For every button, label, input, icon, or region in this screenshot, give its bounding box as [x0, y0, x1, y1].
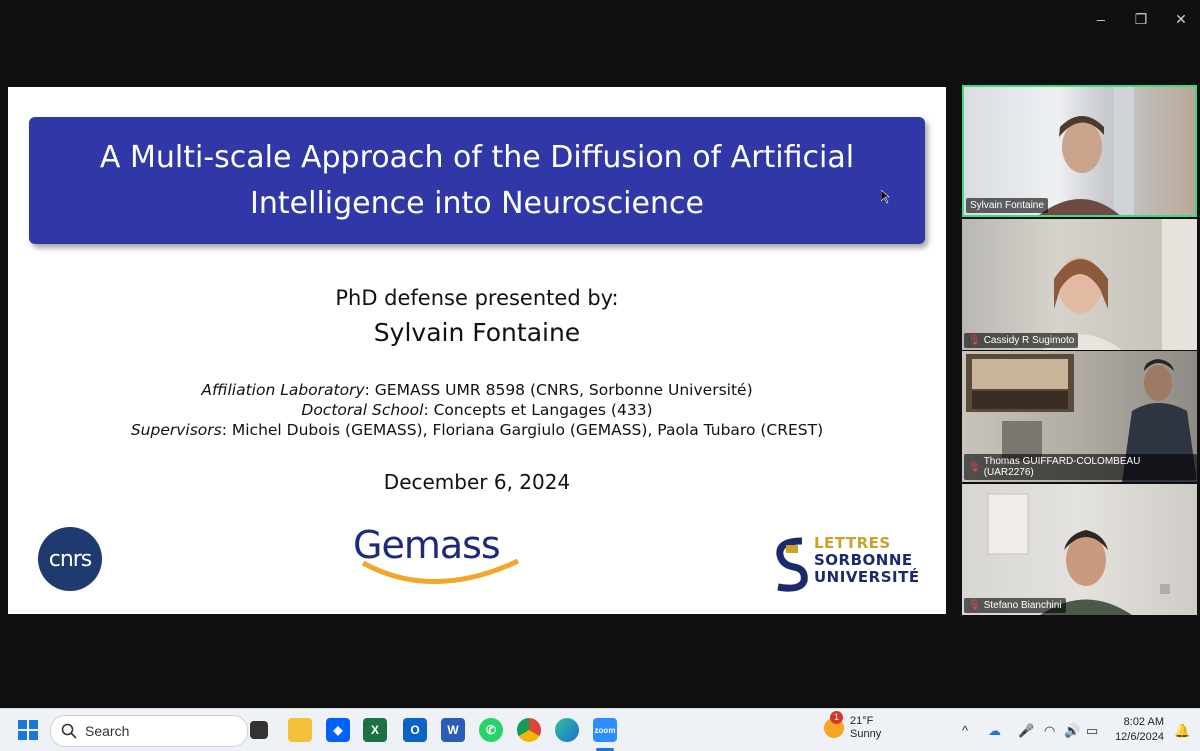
slide-title-box: A Multi-scale Approach of the Diffusion …: [29, 117, 925, 244]
microphone-icon[interactable]: 🎤: [1018, 723, 1034, 739]
participant-tile-1[interactable]: Sylvain Fontaine: [962, 85, 1197, 217]
chrome-icon[interactable]: [517, 718, 541, 742]
affiliation-line: Affiliation Laboratory: GEMASS UMR 8598 …: [8, 381, 946, 399]
search-icon: [61, 723, 77, 739]
clock-time: 8:02 AM: [1123, 716, 1164, 728]
mic-muted-icon: 🎙: [968, 335, 981, 346]
wifi-icon[interactable]: ◠: [1044, 723, 1055, 739]
participant-tile-2[interactable]: 🎙 Cassidy R Sugimoto: [962, 219, 1197, 350]
participant-name-tag: Sylvain Fontaine: [966, 198, 1048, 213]
taskbar: Search ◆ X O W ✆ zoom 1 21°F Sunny ^ ☁ 🎤…: [0, 708, 1200, 751]
participant-name: Thomas GUIFFARD-COLOMBEAU (UAR2276): [983, 456, 1141, 478]
presented-by-label: PhD defense presented by:: [335, 286, 619, 310]
system-clock[interactable]: 8:02 AM 12/6/2024: [1114, 715, 1164, 745]
dropbox-icon[interactable]: ◆: [326, 718, 350, 742]
gemass-swoosh: [361, 558, 520, 584]
mic-muted-icon: 🎙: [968, 600, 981, 611]
sorbonne-line2: SORBONNE: [814, 551, 913, 569]
excel-icon[interactable]: X: [363, 718, 387, 742]
outlook-icon[interactable]: O: [403, 718, 427, 742]
sorbonne-emblem: [776, 537, 808, 592]
weather-badge: 1: [830, 711, 843, 724]
sorbonne-logo: LETTRES SORBONNE UNIVERSITÉ: [772, 533, 932, 593]
onedrive-icon[interactable]: ☁: [988, 723, 1001, 739]
school-label: Doctoral School: [301, 401, 424, 419]
taskbar-search[interactable]: Search: [50, 715, 248, 747]
mic-muted-icon: 🎙: [968, 461, 981, 473]
volume-icon[interactable]: 🔊: [1064, 723, 1080, 739]
chevron-up-icon[interactable]: ^: [962, 723, 968, 738]
cnrs-logo-text: cnrs: [48, 546, 93, 572]
participant-name: Stefano Bianchini: [983, 600, 1062, 611]
restore-button[interactable]: ❐: [1126, 6, 1156, 32]
sorbonne-line3: UNIVERSITÉ: [814, 568, 920, 586]
minimize-button[interactable]: –: [1086, 6, 1116, 32]
participant-name: Sylvain Fontaine: [970, 200, 1044, 211]
video-feed-4: [987, 493, 1170, 615]
presenter-name: Sylvain Fontaine: [373, 318, 581, 347]
school-line: Doctoral School: Concepts et Langages (4…: [8, 401, 946, 419]
gemass-logo: Gemass: [353, 523, 528, 593]
video-feed-2: [1042, 219, 1197, 350]
mouse-pointer-icon: [881, 190, 890, 204]
participant-name-tag: 🎙 Thomas GUIFFARD-COLOMBEAU (UAR2276): [964, 454, 1197, 480]
task-view-icon[interactable]: [250, 721, 268, 739]
sorbonne-logo-text: LETTRES SORBONNE UNIVERSITÉ: [814, 535, 920, 586]
participant-tile-4[interactable]: 🎙 Stefano Bianchini: [962, 484, 1197, 615]
notification-icon[interactable]: 🔔: [1174, 723, 1190, 739]
sorbonne-line1: LETTRES: [814, 534, 891, 552]
defense-date: December 6, 2024: [383, 470, 571, 494]
shared-slide: A Multi-scale Approach of the Diffusion …: [8, 87, 946, 614]
affiliation-label: Affiliation Laboratory: [201, 381, 365, 399]
start-icon[interactable]: [16, 718, 40, 742]
cnrs-logo: cnrs: [38, 527, 102, 591]
close-button[interactable]: ✕: [1166, 6, 1196, 32]
supervisors-line: Supervisors: Michel Dubois (GEMASS), Flo…: [8, 421, 946, 439]
weather-temperature: 21°F: [850, 715, 874, 727]
participant-tile-3[interactable]: 🎙 Thomas GUIFFARD-COLOMBEAU (UAR2276): [962, 351, 1197, 482]
zoom-icon[interactable]: zoom: [593, 718, 617, 742]
word-icon[interactable]: W: [441, 718, 465, 742]
school-value: : Concepts et Langages (433): [423, 401, 653, 419]
supervisors-label: Supervisors: [130, 421, 222, 439]
battery-icon[interactable]: ▭: [1086, 723, 1098, 739]
slide-title: A Multi-scale Approach of the Diffusion …: [99, 139, 855, 221]
whatsapp-icon[interactable]: ✆: [479, 718, 503, 742]
participant-name-tag: 🎙 Cassidy R Sugimoto: [964, 333, 1079, 348]
clock-date: 12/6/2024: [1115, 731, 1164, 743]
weather-widget[interactable]: 1 21°F Sunny: [824, 711, 882, 741]
file-explorer-icon[interactable]: [288, 718, 312, 742]
search-placeholder: Search: [85, 723, 130, 739]
sun-icon: 1: [824, 711, 844, 738]
supervisors-value: : Michel Dubois (GEMASS), Floriana Gargi…: [221, 421, 824, 439]
affiliation-value: : GEMASS UMR 8598 (CNRS, Sorbonne Univer…: [364, 381, 753, 399]
weather-description: Sunny: [850, 728, 882, 740]
participant-name-tag: 🎙 Stefano Bianchini: [964, 598, 1066, 613]
participant-name: Cassidy R Sugimoto: [983, 335, 1075, 346]
edge-icon[interactable]: [555, 718, 579, 742]
